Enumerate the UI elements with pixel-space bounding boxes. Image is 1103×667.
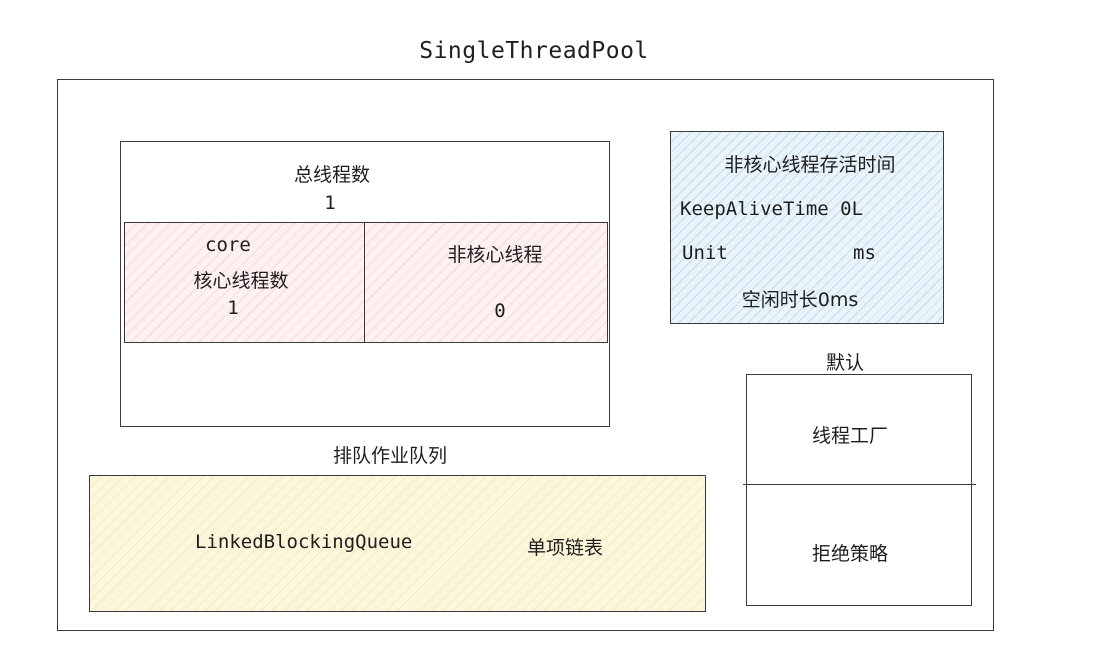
defaults-label: 默认: [825, 352, 864, 374]
thread-factory-label: 线程工厂: [811, 425, 888, 447]
defaults-divider: [743, 484, 976, 485]
keep-alive-unit-key: Unit: [682, 242, 728, 264]
core-threads-value: 1: [227, 297, 239, 319]
reject-policy-label: 拒绝策略: [811, 543, 888, 565]
core-tag: core: [205, 234, 251, 256]
total-threads-value: 1: [324, 192, 336, 214]
total-threads-label: 总线程数: [293, 164, 370, 186]
queue-kind: 单项链表: [527, 537, 604, 559]
queue-label: 排队作业队列: [332, 445, 447, 467]
defaults-box: [746, 374, 972, 606]
keep-alive-unit-value: ms: [853, 242, 876, 264]
core-threads-label: 核心线程数: [193, 270, 289, 292]
diagram-title: SingleThreadPool: [419, 38, 649, 64]
non-core-threads-value: 0: [494, 300, 506, 322]
idle-duration-note: 空闲时长0ms: [741, 289, 859, 311]
non-core-threads-label: 非核心线程: [447, 244, 543, 266]
keep-alive-time: KeepAliveTime 0L: [680, 198, 864, 220]
queue-class-name: LinkedBlockingQueue: [195, 531, 413, 553]
keep-alive-heading: 非核心线程存活时间: [724, 154, 896, 176]
